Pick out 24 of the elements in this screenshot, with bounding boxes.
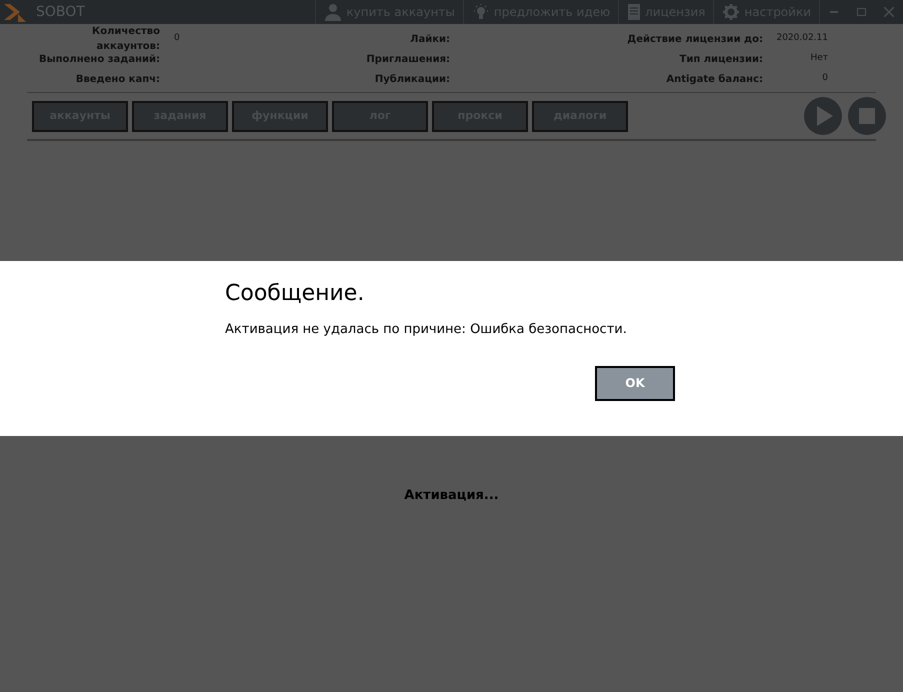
stat-label: Введено капч: [74, 72, 160, 86]
stat-label: Лайки: [409, 32, 450, 46]
play-button[interactable] [804, 97, 842, 135]
stop-button[interactable] [848, 97, 886, 135]
close-icon [884, 7, 894, 17]
stat-label: Выполнено заданий: [38, 52, 160, 66]
dialog-title: Сообщение. [225, 280, 366, 308]
stat-label: Тип лицензии: [678, 52, 763, 66]
document-icon [627, 3, 642, 21]
ok-button[interactable]: OK [595, 366, 675, 400]
stat-label: Количество аккаунтов: [91, 25, 160, 54]
stat-label: Публикации: [374, 72, 450, 86]
stat-value: 0 [174, 32, 180, 46]
settings-icon [722, 3, 740, 21]
status-text: Активация... [404, 487, 499, 505]
stat-label: Приглашения: [365, 52, 450, 66]
stat-label: Действие лицензии до: [626, 32, 763, 46]
lightbulb-icon [472, 3, 490, 21]
stat-value: 2020.02.11 [775, 32, 828, 46]
user-icon [324, 3, 342, 21]
stat-value: 0 [821, 72, 828, 86]
stat-label: Antigate баланс: [665, 72, 763, 86]
stat-value: Нет [809, 52, 828, 66]
dialog-message: Активация не удалась по причине: Ошибка безопасности. [225, 321, 628, 339]
